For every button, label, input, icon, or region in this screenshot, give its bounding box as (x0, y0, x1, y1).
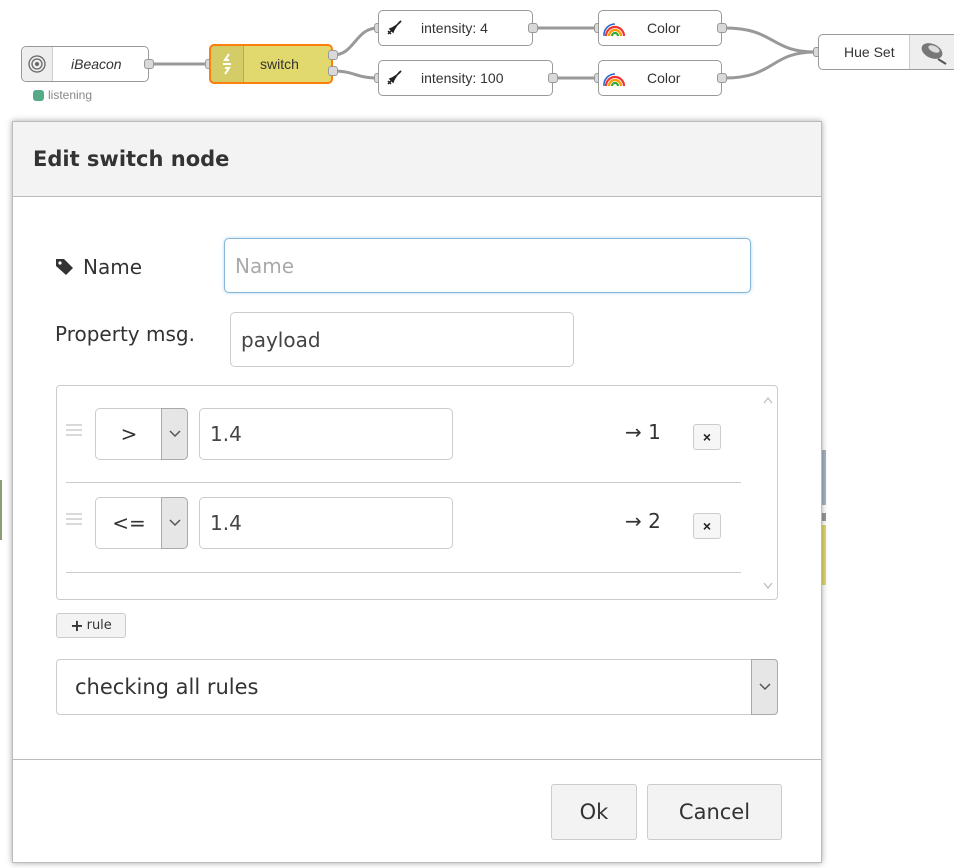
plus-icon: + (70, 616, 84, 635)
cancel-button-label: Cancel (678, 800, 751, 824)
dialog-title: Edit switch node (33, 147, 230, 171)
close-icon: × (702, 518, 712, 534)
color-top-label: Color (647, 20, 681, 36)
color-bottom-label: Color (647, 70, 681, 86)
switch-icon (211, 46, 244, 82)
background-node-edge (0, 480, 2, 540)
dialog-header: Edit switch node (13, 122, 821, 197)
property-label: Property msg. (55, 322, 195, 346)
rainbow-icon (599, 11, 629, 45)
intensity-top-output-port[interactable] (528, 23, 538, 33)
background-node-edge (822, 525, 826, 585)
drag-handle-icon[interactable] (66, 424, 82, 439)
rules-list: > → 1 × <= → 2 × (56, 385, 778, 600)
hue-set-node[interactable]: Hue Set (818, 34, 954, 70)
rule-value-input[interactable] (199, 497, 453, 549)
intensity-bottom-label: intensity: 100 (421, 70, 504, 86)
wire-color-hue-top (724, 26, 816, 54)
rules-scrollbar[interactable] (759, 386, 777, 599)
name-label: Name (83, 255, 143, 279)
wire-switch-intensity-top (332, 26, 379, 57)
intensity-bottom-node[interactable]: intensity: 100 (378, 60, 553, 96)
rainbow-icon (599, 61, 629, 95)
background-node-edge (822, 450, 826, 505)
checking-mode-value: checking all rules (75, 675, 259, 699)
intensity-bottom-output-port[interactable] (548, 73, 558, 83)
ibeacon-node-label: iBeacon (71, 56, 122, 72)
status-indicator (33, 89, 44, 101)
ok-button[interactable]: Ok (551, 784, 637, 840)
ibeacon-status: listening (33, 88, 92, 102)
drag-handle-icon[interactable] (66, 513, 82, 528)
add-rule-label: rule (86, 618, 112, 633)
rule-operator-value: <= (112, 511, 146, 535)
tag-icon (56, 259, 73, 275)
color-bottom-node[interactable]: Color (598, 60, 722, 96)
switch-output-port-2[interactable] (328, 66, 338, 76)
color-top-node[interactable]: Color (598, 10, 722, 46)
rule-delete-button[interactable]: × (693, 424, 721, 450)
rule-operator-select[interactable]: <= (95, 497, 188, 549)
dialog-footer-divider (13, 759, 821, 760)
intensity-top-node[interactable]: intensity: 4 (378, 10, 533, 46)
rule-output-label: → 1 (625, 420, 661, 444)
rule-operator-value: > (120, 422, 138, 446)
background-node-edge (822, 513, 826, 521)
ibeacon-icon (22, 47, 53, 81)
name-label-row: Name (55, 255, 142, 279)
color-top-output-port[interactable] (717, 23, 727, 33)
edit-switch-dialog: Edit switch node Name Property msg. > → … (12, 121, 822, 863)
close-icon: × (702, 429, 712, 445)
switch-output-port-1[interactable] (328, 50, 338, 60)
chevron-down-icon[interactable] (751, 659, 778, 715)
ibeacon-status-text: listening (48, 88, 93, 102)
switch-node[interactable]: switch (209, 44, 333, 84)
property-input[interactable] (230, 312, 574, 367)
ibeacon-output-port[interactable] (144, 59, 154, 69)
rocket-icon (379, 11, 409, 45)
rule-row: > → 1 × (57, 386, 757, 476)
hue-set-label: Hue Set (844, 44, 895, 60)
switch-node-label: switch (260, 56, 299, 72)
chevron-down-icon[interactable] (161, 408, 188, 460)
color-bottom-output-port[interactable] (717, 73, 727, 83)
rule-row: <= → 2 × (57, 475, 757, 565)
rule-operator-select[interactable]: > (95, 408, 188, 460)
chevron-down-icon[interactable] (161, 497, 188, 549)
rule-value-input[interactable] (199, 408, 453, 460)
lamp-icon (909, 35, 954, 69)
name-input[interactable] (224, 238, 751, 293)
rule-divider (66, 572, 741, 573)
flow-canvas: iBeacon listening switch intensity: 4 in… (0, 0, 954, 125)
rule-output-label: → 2 (625, 509, 661, 533)
ok-button-label: Ok (579, 800, 609, 824)
rule-delete-button[interactable]: × (693, 513, 721, 539)
add-rule-button[interactable]: + rule (56, 613, 126, 638)
intensity-top-label: intensity: 4 (421, 20, 488, 36)
cancel-button[interactable]: Cancel (647, 784, 782, 840)
rocket-icon (379, 61, 409, 95)
checking-mode-select[interactable]: checking all rules (56, 659, 778, 715)
wire-switch-intensity-bottom (332, 69, 379, 80)
ibeacon-node[interactable]: iBeacon (21, 46, 149, 82)
wire-color-hue-bottom (724, 50, 816, 80)
